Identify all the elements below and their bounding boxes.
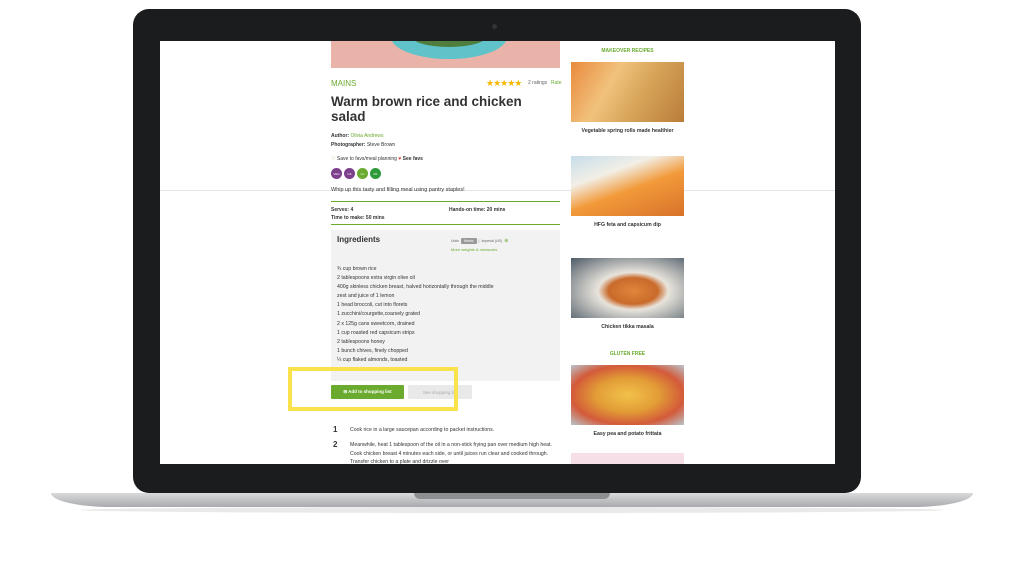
webcam-icon [492,24,497,29]
favs-row: ♡ Save to favs/meal planning ♥ See favs [331,156,423,162]
serves-info: Serves: 4 [331,207,354,213]
list-item: 1 head broccoli, cut into florets [337,302,408,309]
info-divider [331,201,560,202]
photographer-name: Steve Brown [366,142,396,148]
list-item: ¼ cup flaked almonds, toasted [337,356,408,363]
author-label: Author: [331,133,350,139]
more-weights-link[interactable]: More weights & measures [451,247,497,252]
list-item: 2 tablespoons extra virgin olive oil [337,275,415,282]
list-item: ¾ cup brown rice [337,266,377,272]
units-label: Units [451,239,459,243]
browser-screen: MAINS ★★★★★ 2 ratings Rate Warm brown ri… [160,41,835,464]
highlight-box [288,367,458,411]
recipe-card-title[interactable]: HFG feta and capsicum dip [571,221,684,229]
info-divider [331,224,560,225]
star-rating-icon[interactable]: ★★★★★ [486,78,522,89]
unit-imperial-button[interactable]: Imperial (US) [481,239,502,243]
hands-on-info: Hands-on time: 20 mins [449,207,506,213]
recipe-intro: Whip up this tasty and filling meal usin… [331,187,465,193]
page-divider [160,190,835,191]
recipe-card-title[interactable]: Easy pea and potato frittata [571,430,684,438]
step-number: 2 [333,440,338,449]
author-line: Author: Olivia Andrews [331,133,384,139]
diet-badges: VEG GF LC DF [331,168,381,179]
rate-link[interactable]: Rate [551,80,562,86]
list-item: 1 zucchini/courgette,coarsely grated [337,311,421,318]
photographer-line: Photographer: Steve Brown [331,142,395,148]
step-number: 1 [333,425,338,434]
recipe-card-title[interactable]: Chicken tikka masala [571,323,684,331]
units-toggle: Units Metric | Imperial (US) ⊕ [451,238,508,244]
unit-metric-button[interactable]: Metric [460,238,477,244]
recipe-card-title[interactable]: Vegetable spring rolls made healthier [571,127,684,135]
unit-separator: | [478,239,480,243]
gluten-free-heading: GLUTEN FREE [609,351,646,357]
heart-outline-icon[interactable]: ♡ [331,156,335,162]
author-link[interactable]: Olivia Andrews [350,133,383,139]
recipe-category[interactable]: MAINS [331,79,356,88]
list-item: 400g skinless chicken breast, halved hor… [337,284,494,291]
feta-dip-image[interactable] [571,156,684,216]
makeover-recipes-heading: MAKEOVER RECIPES [601,48,654,54]
ratings-count: 2 ratings [528,80,548,86]
ingredients-list: ¾ cup brown rice 2 tablespoons extra vir… [337,265,494,365]
list-item: 1 cup roasted red capsicum strips [337,329,415,336]
list-item: 2 tablespoons honey [337,338,385,345]
recipe-hero-image [331,41,560,68]
advertisement-banner[interactable] [571,453,684,464]
frittata-image[interactable] [571,365,684,425]
list-item: 1 bunch chives, finely chopped [337,347,408,354]
ingredients-panel: Ingredients Units Metric | Imperial (US)… [331,230,560,381]
diet-badge-icon: LC [357,168,368,179]
laptop-notch [414,493,610,499]
save-favs-link[interactable]: Save to favs/meal planning [337,156,397,162]
page-title: Warm brown rice and chicken salad [331,94,522,124]
ingredients-heading: Ingredients [337,235,381,244]
photographer-label: Photographer: [331,142,366,148]
see-favs-link[interactable]: See favs [403,156,423,162]
tikka-masala-image[interactable] [571,258,684,318]
time-to-make-info: Time to make: 50 mins [331,215,385,221]
diet-badge-icon: DF [370,168,381,179]
diet-badge-icon: GF [344,168,355,179]
heart-filled-icon[interactable]: ♥ [398,156,401,162]
plus-icon[interactable]: ⊕ [504,238,508,244]
list-item: zest and juice of 1 lemon [337,293,395,300]
step-text: Meanwhile, heat 1 tablespoon of the oil … [350,442,552,464]
laptop-shadow [80,507,944,513]
diet-badge-icon: VEG [331,168,342,179]
spring-rolls-image[interactable] [571,62,684,122]
list-item: 2 x 125g cans sweetcorn, drained [337,320,415,327]
step-text: Cook rice in a large saucepan according … [350,427,495,433]
